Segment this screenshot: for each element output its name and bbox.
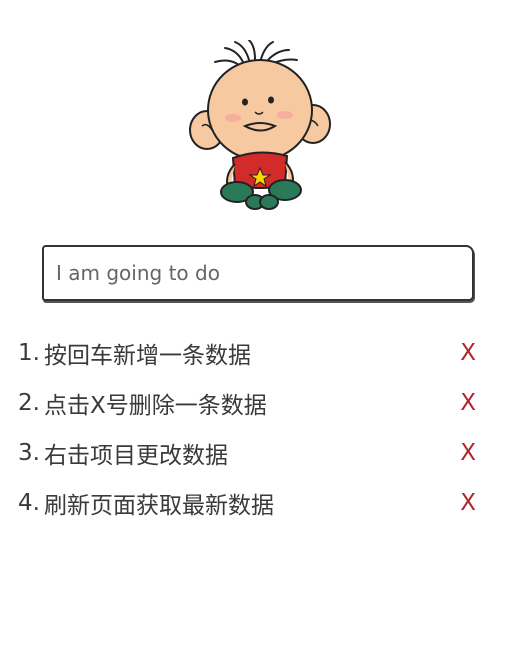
todo-number: 2.: [18, 390, 40, 416]
todo-number: 4.: [18, 490, 40, 516]
delete-button[interactable]: X: [460, 390, 478, 416]
todo-text: 右击项目更改数据: [43, 443, 228, 469]
todo-item-content: 2. 点击X号删除一条数据: [18, 386, 267, 420]
todo-number: 1.: [18, 340, 40, 366]
todo-text: 刷新页面获取最新数据: [43, 493, 274, 519]
todo-item-content: 4. 刷新页面获取最新数据: [18, 486, 274, 520]
list-item[interactable]: 4. 刷新页面获取最新数据 X: [18, 478, 478, 528]
todo-item-content: 3. 右击项目更改数据: [18, 436, 228, 470]
todo-number: 3.: [18, 440, 40, 466]
todo-input[interactable]: [44, 247, 472, 299]
list-item[interactable]: 2. 点击X号删除一条数据 X: [18, 378, 478, 428]
list-item[interactable]: 3. 右击项目更改数据 X: [18, 428, 478, 478]
list-item[interactable]: 1. 按回车新增一条数据 X: [18, 328, 478, 378]
delete-button[interactable]: X: [460, 440, 478, 466]
todo-list: 1. 按回车新增一条数据 X 2. 点击X号删除一条数据 X 3. 右击项目更改…: [18, 328, 478, 528]
todo-text: 点击X号删除一条数据: [43, 393, 267, 419]
todo-text: 按回车新增一条数据: [43, 343, 251, 369]
mascot-illustration: [189, 40, 331, 210]
delete-button[interactable]: X: [460, 340, 478, 366]
todo-input-box: [42, 245, 474, 301]
delete-button[interactable]: X: [460, 490, 478, 516]
todo-item-content: 1. 按回车新增一条数据: [18, 336, 251, 370]
